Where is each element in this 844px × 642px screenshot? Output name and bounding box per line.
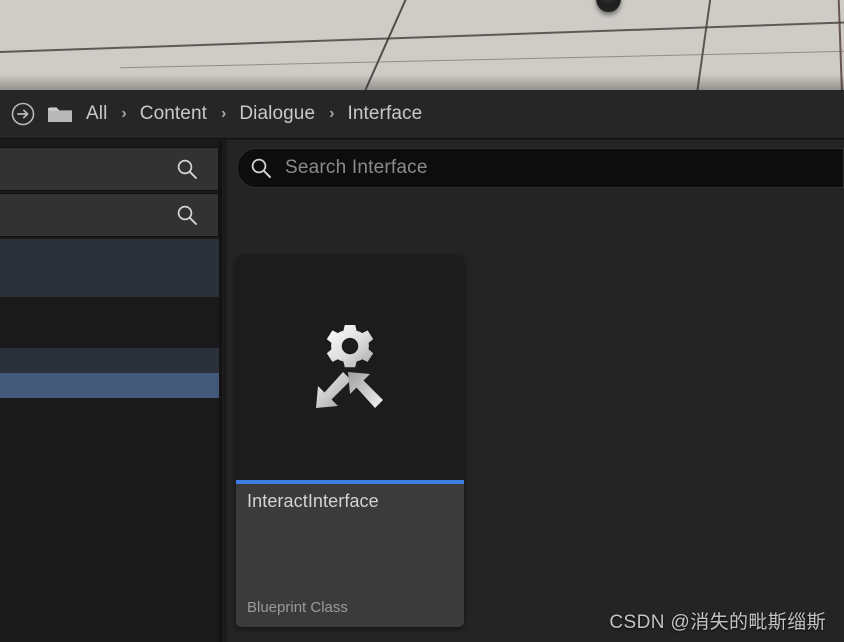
sources-tree-item[interactable] xyxy=(0,298,219,347)
panel-splitter[interactable] xyxy=(219,140,222,642)
folder-icon[interactable] xyxy=(47,104,73,124)
asset-tile[interactable]: InteractInterface Blueprint Class xyxy=(236,255,464,627)
asset-name: InteractInterface xyxy=(247,491,379,511)
breadcrumb-separator-icon: › xyxy=(329,105,335,122)
watermark: CSDN @消失的毗斯缁斯 xyxy=(609,612,826,633)
content-browser-panel: Search Interface InteractInterface Bluep… xyxy=(227,140,844,642)
breadcrumb-separator-icon: › xyxy=(121,105,127,122)
sources-panel xyxy=(0,140,219,642)
asset-type-label: Blueprint Class xyxy=(247,599,348,616)
search-icon xyxy=(175,203,199,227)
viewport-grid-line xyxy=(0,20,844,54)
dark-sphere-object-icon[interactable] xyxy=(596,0,621,12)
search-icon xyxy=(175,157,199,181)
arrow-right-circle-icon[interactable] xyxy=(10,101,36,127)
sources-search-input[interactable] xyxy=(0,193,219,237)
unreal-editor-window: All › Content › Dialogue › Interface Sea… xyxy=(0,0,844,642)
viewport-grid-line xyxy=(120,48,844,69)
breadcrumb-item-content[interactable]: Content xyxy=(140,103,207,125)
sources-tree-item[interactable] xyxy=(0,348,219,373)
asset-grid: InteractInterface Blueprint Class xyxy=(227,192,844,642)
search-input[interactable]: Search Interface xyxy=(237,148,844,188)
search-icon xyxy=(249,156,273,180)
search-placeholder: Search Interface xyxy=(285,157,428,178)
breadcrumb-separator-icon: › xyxy=(221,105,227,122)
viewport-bottom-shade xyxy=(0,74,844,90)
sources-filter-input[interactable] xyxy=(0,147,219,191)
breadcrumb-item-dialogue[interactable]: Dialogue xyxy=(239,103,315,125)
level-viewport[interactable] xyxy=(0,0,844,90)
blueprint-interface-icon xyxy=(298,320,402,416)
breadcrumb-item-all[interactable]: All xyxy=(86,103,107,125)
breadcrumb-item-interface[interactable]: Interface xyxy=(347,103,422,125)
asset-thumbnail xyxy=(236,255,464,480)
asset-selection-accent xyxy=(236,480,464,484)
sources-tree-item-selected[interactable] xyxy=(0,373,219,398)
breadcrumb: All › Content › Dialogue › Interface xyxy=(0,90,844,139)
sources-tree-item[interactable] xyxy=(0,239,219,297)
